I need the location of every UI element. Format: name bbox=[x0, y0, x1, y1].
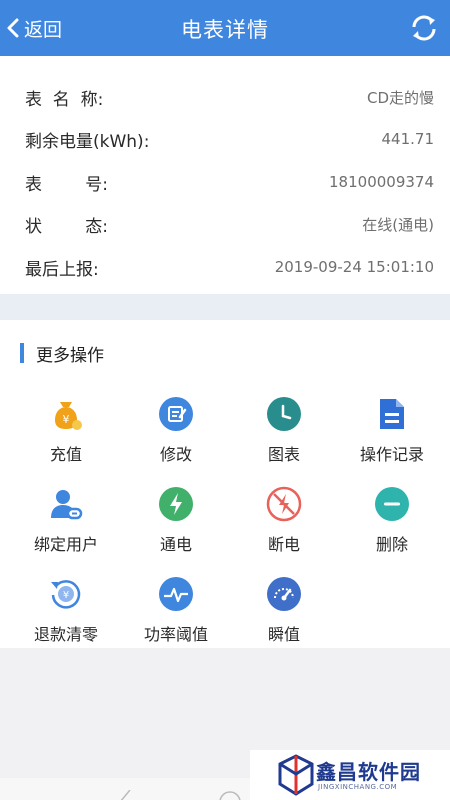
page-title: 电表详情 bbox=[181, 18, 269, 42]
op-label: 充值 bbox=[49, 445, 82, 464]
document-icon bbox=[380, 399, 404, 429]
watermark-subtitle: JINGXINCHANG.COM bbox=[318, 783, 398, 791]
refresh-icon[interactable] bbox=[408, 12, 440, 44]
power-on-icon bbox=[159, 487, 193, 521]
op-power-on-button[interactable]: 通电 bbox=[120, 486, 232, 566]
op-label: 删除 bbox=[375, 535, 408, 554]
op-power-threshold-button[interactable]: 功率阈值 bbox=[120, 576, 232, 656]
minus-icon bbox=[375, 487, 409, 521]
op-edit-button[interactable]: 修改 bbox=[120, 396, 232, 476]
edit-icon bbox=[159, 397, 193, 431]
op-label: 瞬值 bbox=[267, 625, 300, 644]
op-instant-value-button[interactable]: 瞬值 bbox=[228, 576, 340, 656]
detail-value: 441.71 bbox=[381, 130, 435, 148]
section-title-text: 更多操作 bbox=[36, 345, 104, 366]
op-log-button[interactable]: 操作记录 bbox=[336, 396, 448, 476]
op-label: 退款清零 bbox=[33, 625, 98, 644]
meter-details: 表 名 称: CD走的慢 剩余电量(kWh): 441.71 表 号: 1810… bbox=[0, 56, 450, 294]
op-refund-button[interactable]: ¥ 退款清零 bbox=[10, 576, 122, 656]
section-divider bbox=[0, 294, 450, 320]
op-delete-button[interactable]: 删除 bbox=[336, 486, 448, 566]
op-label: 功率阈值 bbox=[143, 625, 208, 644]
detail-row-number: 表 号: 18100009374 bbox=[25, 167, 434, 197]
power-off-icon bbox=[266, 486, 302, 522]
op-label: 修改 bbox=[159, 445, 192, 464]
detail-row-remaining: 剩余电量(kWh): 441.71 bbox=[25, 124, 434, 154]
svg-text:¥: ¥ bbox=[63, 413, 70, 426]
detail-label: 表 名 称: bbox=[25, 89, 104, 110]
detail-label: 剩余电量(kWh): bbox=[25, 131, 150, 152]
clock-icon bbox=[267, 397, 301, 431]
op-bind-user-button[interactable]: 绑定用户 bbox=[10, 486, 122, 566]
op-label: 断电 bbox=[267, 535, 300, 554]
more-operations: 更多操作 ¥ 充值 修改 图表 操作记录 绑定用户 通电 断电 删除 ¥ 退款清… bbox=[0, 320, 450, 648]
detail-row-name: 表 名 称: CD走的慢 bbox=[25, 82, 434, 112]
detail-label: 状 态: bbox=[25, 216, 108, 237]
op-power-off-button[interactable]: 断电 bbox=[228, 486, 340, 566]
user-link-icon bbox=[51, 490, 83, 520]
section-title: 更多操作 bbox=[20, 342, 104, 366]
title-accent-bar bbox=[20, 343, 24, 363]
detail-label: 表 号: bbox=[25, 174, 108, 195]
op-label: 图表 bbox=[267, 445, 300, 464]
detail-row-status: 状 态: 在线(通电) bbox=[25, 209, 434, 239]
op-label: 操作记录 bbox=[359, 445, 424, 464]
op-recharge-button[interactable]: ¥ 充值 bbox=[10, 396, 122, 476]
power-threshold-icon bbox=[159, 577, 193, 611]
refund-icon: ¥ bbox=[51, 580, 81, 609]
watermark-title: 鑫昌软件园 bbox=[316, 760, 421, 784]
detail-value: 2019-09-24 15:01:10 bbox=[274, 258, 434, 276]
gauge-icon bbox=[267, 577, 301, 611]
detail-label: 最后上报: bbox=[25, 259, 99, 280]
top-bar: 返回 电表详情 bbox=[0, 0, 450, 56]
detail-value: CD走的慢 bbox=[366, 88, 434, 107]
svg-text:¥: ¥ bbox=[63, 590, 69, 601]
nav-back-icon[interactable] bbox=[116, 790, 136, 800]
op-label: 通电 bbox=[159, 535, 192, 554]
money-bag-icon: ¥ bbox=[55, 402, 82, 430]
op-label: 绑定用户 bbox=[33, 535, 98, 554]
detail-row-last-report: 最后上报: 2019-09-24 15:01:10 bbox=[25, 252, 434, 282]
op-chart-button[interactable]: 图表 bbox=[228, 396, 340, 476]
nav-home-icon[interactable] bbox=[218, 790, 242, 800]
detail-value: 18100009374 bbox=[329, 173, 434, 191]
detail-value: 在线(通电) bbox=[362, 215, 434, 234]
watermark: 鑫昌软件园 JINGXINCHANG.COM bbox=[250, 750, 450, 800]
watermark-logo-icon bbox=[278, 754, 314, 796]
